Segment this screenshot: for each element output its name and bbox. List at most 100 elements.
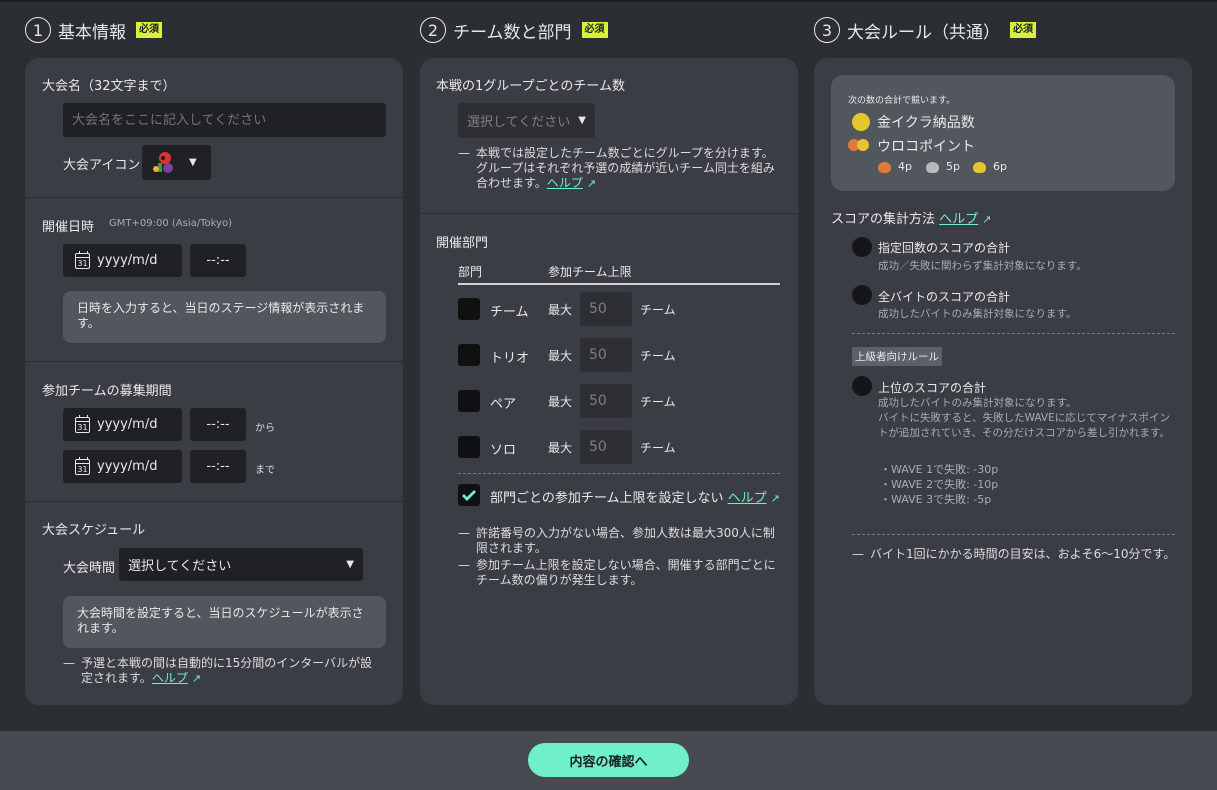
option-title: 全バイトのスコアの合計 [878,290,1011,304]
scale-label: ウロコポイント [877,139,975,155]
time-note: — バイト1回にかかる時間の目安は、およそ6〜10分です。 [852,547,1182,562]
division-row: チーム 最大 50 チーム [458,292,780,326]
help-link[interactable]: ヘルプ [728,491,767,506]
max-label: 最大 [548,395,573,409]
help-link[interactable]: ヘルプ [939,212,978,227]
section-header-basic: 1 基本情報 必須 [25,16,162,44]
division-limit-input[interactable]: 50 [580,292,632,326]
limit-note-text: 参加チーム上限を設定しない場合、開催する部門ごとにチーム数の偏りが発生します。 [476,558,776,587]
chevron-down-icon: ▼ [578,115,586,126]
group-note-text: 本戦では設定したチーム数ごとにグループを分けます。グループはそれぞれ予選の成績が… [476,146,775,190]
advanced-rules-badge: 上級者向けルール [852,347,942,366]
silver-scale-icon [926,162,939,173]
recruit-end-date-input[interactable]: 31 yyyy/m/d [63,450,182,483]
schedule-block: 大会スケジュール 大会時間 選択してください ▼ 大会時間を設定すると、当日のス… [25,501,403,705]
duration-label: 大会時間 [63,561,116,576]
event-time-input[interactable]: --:-- [190,244,246,277]
basic-info-card: 大会名（32文字まで） 大会アイコン ▼ 開催日時 GMT+09:00 (Asi… [25,58,403,705]
unit-label: チーム [640,395,676,409]
recruit-end-time-input[interactable]: --:-- [190,450,246,483]
division-row: ソロ 最大 50 チーム [458,430,780,464]
recruit-period-block: 参加チームの募集期間 31 yyyy/m/d --:-- から 31 yyyy/… [25,361,403,501]
score-method-text: スコアの集計方法 [831,212,936,227]
dashed-divider [852,534,1175,535]
group-size-value: 選択してください [467,115,571,130]
division-checkbox[interactable] [458,298,480,320]
tournament-icon-select[interactable]: ▼ [142,145,211,180]
score-method-label: スコアの集計方法 ヘルプ ↗ [831,208,991,227]
division-column-header: 部門 [458,265,483,279]
penalty-item: ・WAVE 1で失敗: -30p [880,463,999,476]
time-placeholder: --:-- [206,459,230,474]
option-desc: 成功／失敗に関わらず集計対象になります。 [878,260,1087,272]
division-limit-input[interactable]: 50 [580,384,632,418]
required-badge: 必須 [581,22,608,38]
penalty-text: WAVE 3で失敗: -5p [891,493,992,506]
event-date-block: 開催日時 GMT+09:00 (Asia/Tokyo) 31 yyyy/m/d … [25,197,403,361]
required-badge: 必須 [1010,22,1036,38]
penalty-item: ・WAVE 2で失敗: -10p [880,478,999,491]
recruit-start-date-input[interactable]: 31 yyyy/m/d [63,408,182,441]
division-name: ソロ [490,443,517,458]
schedule-note: — 予選と本戦の間は自動的に15分間のインターバルが設定されます。ヘルプ ↗ [63,656,373,685]
table-header-divider [458,283,780,285]
event-date-input[interactable]: 31 yyyy/m/d [63,244,182,277]
group-size-select[interactable]: 選択してください ▼ [458,103,595,138]
divisions-label: 開催部門 [436,236,489,251]
recruit-period-label: 参加チームの募集期間 [42,384,172,399]
max-label: 最大 [548,441,573,455]
option-title: 指定回数のスコアの合計 [878,241,1011,255]
silver-points: 5p [946,160,960,173]
division-name: ペア [490,397,517,412]
radio-top-scores[interactable] [852,376,872,396]
scoring-summary-box: 次の数の合計で競います。 金イクラ納品数 ウロコポイント 4p 5p 6p [831,75,1175,191]
teams-card: 本戦の1グループごとのチーム数 選択してください ▼ — 本戦では設定したチーム… [420,58,798,705]
limit-note: — 参加チーム上限を設定しない場合、開催する部門ごとにチーム数の偏りが発生します… [458,558,783,588]
timezone-label: GMT+09:00 (Asia/Tokyo) [109,218,232,229]
chevron-down-icon: ▼ [189,157,197,168]
help-link[interactable]: ヘルプ [547,176,583,190]
golden-egg-label: 金イクラ納品数 [877,115,975,131]
time-placeholder: --:-- [206,417,230,432]
sum-caption: 次の数の合計で競います。 [848,96,956,106]
help-link[interactable]: ヘルプ [152,671,188,685]
confirm-button[interactable]: 内容の確認へ [528,743,689,777]
no-limit-text: 部門ごとの参加チーム上限を設定しない [490,491,724,506]
tournament-icon-label: 大会アイコン [63,158,141,173]
step-number: 1 [25,17,51,43]
calendar-icon: 31 [75,414,90,433]
dashed-divider [852,333,1175,334]
tournament-name-input[interactable] [63,103,386,137]
division-checkbox[interactable] [458,390,480,412]
duration-select[interactable]: 選択してください ▼ [119,548,363,581]
group-size-block: 本戦の1グループごとのチーム数 選択してください ▼ — 本戦では設定したチーム… [420,58,798,213]
no-limit-checkbox[interactable] [458,484,480,506]
bronze-scale-icon [878,162,891,173]
penalty-text: WAVE 2で失敗: -10p [891,478,999,491]
division-checkbox[interactable] [458,436,480,458]
group-size-label: 本戦の1グループごとのチーム数 [436,79,625,94]
external-link-icon: ↗ [770,492,780,505]
dashed-divider [458,473,780,474]
license-note: — 許諾番号の入力がない場合、参加人数は最大300人に制限されます。 [458,526,783,556]
penalty-item: ・WAVE 3で失敗: -5p [880,493,992,506]
division-limit-input[interactable]: 50 [580,430,632,464]
penalty-text: WAVE 1で失敗: -30p [891,463,999,476]
chevron-down-icon: ▼ [346,559,354,570]
step-number: 2 [420,17,446,43]
radio-all-jobs[interactable] [852,285,872,305]
division-checkbox[interactable] [458,344,480,366]
group-note: — 本戦では設定したチーム数ごとにグループを分けます。グループはそれぞれ予選の成… [458,146,775,190]
stage-info-box: 日時を入力すると、当日のステージ情報が表示されます。 [63,291,386,343]
tournament-name-label: 大会名（32文字まで） [42,79,176,94]
required-badge: 必須 [136,22,162,38]
radio-specified-count[interactable] [852,237,872,257]
to-label: まで [255,465,275,476]
tournament-name-block: 大会名（32文字まで） 大会アイコン ▼ [25,58,403,197]
character-icon [153,151,173,173]
option-title: 上位のスコアの合計 [878,381,987,395]
division-limit-input[interactable]: 50 [580,338,632,372]
recruit-start-time-input[interactable]: --:-- [190,408,246,441]
date-placeholder: yyyy/m/d [97,459,158,474]
gold-scale-icon [973,162,986,173]
